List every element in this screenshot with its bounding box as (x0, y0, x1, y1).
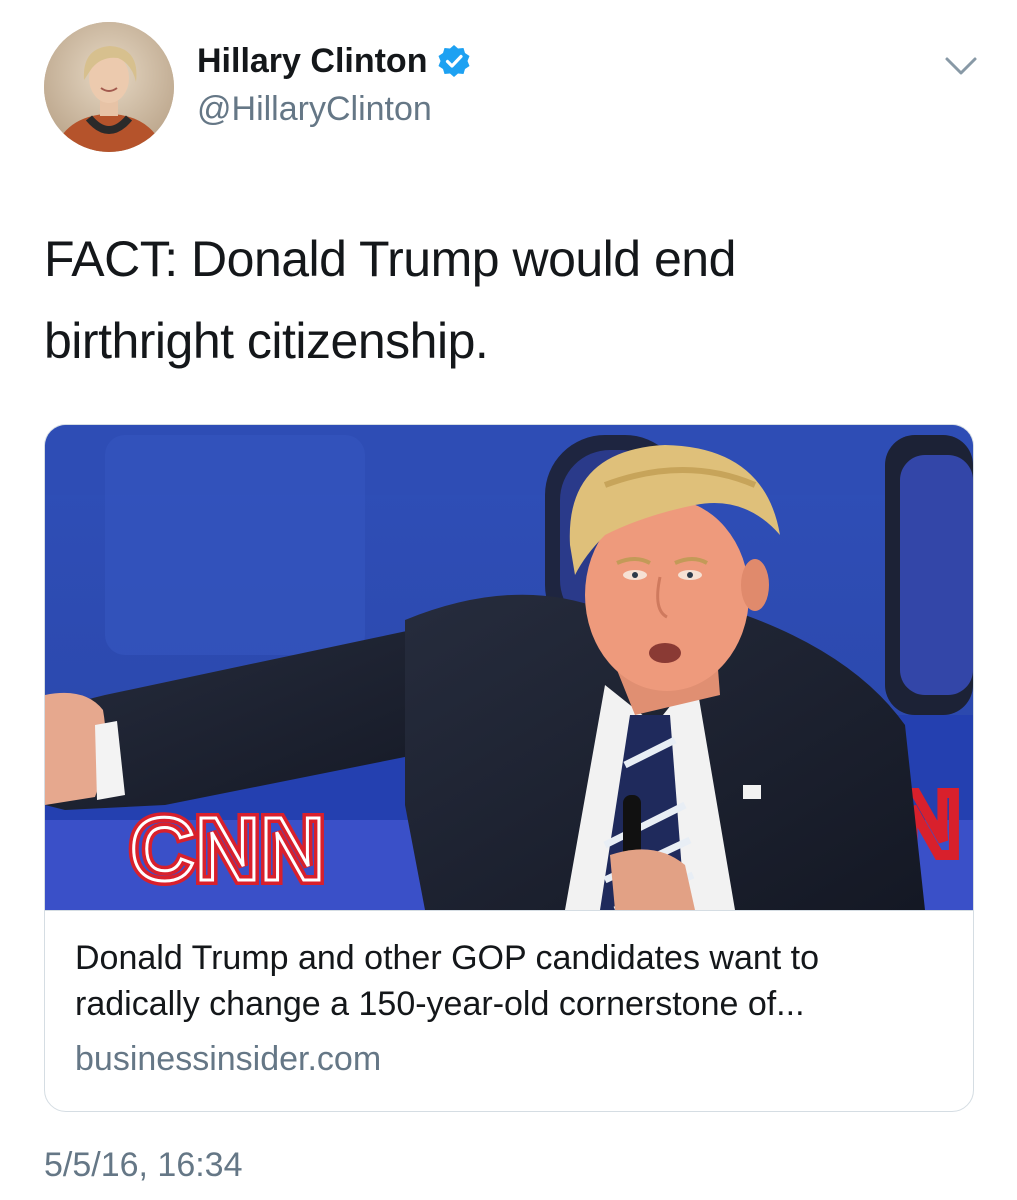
link-preview-card[interactable]: CNN CNN N Donald Trump and other GOP can… (44, 424, 974, 1112)
svg-text:CNN: CNN (130, 800, 325, 900)
avatar[interactable] (44, 22, 174, 152)
author-handle[interactable]: @HillaryClinton (197, 88, 432, 130)
card-title-line: radically change a 150-year-old cornerst… (75, 985, 805, 1023)
card-image: CNN CNN N (45, 425, 973, 910)
tweet-text-line: FACT: Donald Trump would end (44, 231, 736, 287)
card-domain: businessinsider.com (75, 1040, 382, 1078)
card-title-line: Donald Trump and other GOP candidates wa… (75, 939, 820, 977)
tweet-text: FACT: Donald Trump would end birthright … (44, 218, 964, 382)
author-name-row: Hillary Clinton (197, 40, 471, 82)
card-divider (45, 910, 973, 911)
tweet-text-line: birthright citizenship. (44, 313, 489, 369)
author-display-name[interactable]: Hillary Clinton (197, 40, 427, 82)
chevron-down-icon[interactable] (944, 54, 978, 78)
avatar-image (44, 22, 174, 152)
verified-badge-icon (438, 45, 470, 77)
card-title[interactable]: Donald Trump and other GOP candidates wa… (75, 935, 955, 1027)
tweet-timestamp[interactable]: 5/5/16, 16:34 (44, 1144, 243, 1186)
